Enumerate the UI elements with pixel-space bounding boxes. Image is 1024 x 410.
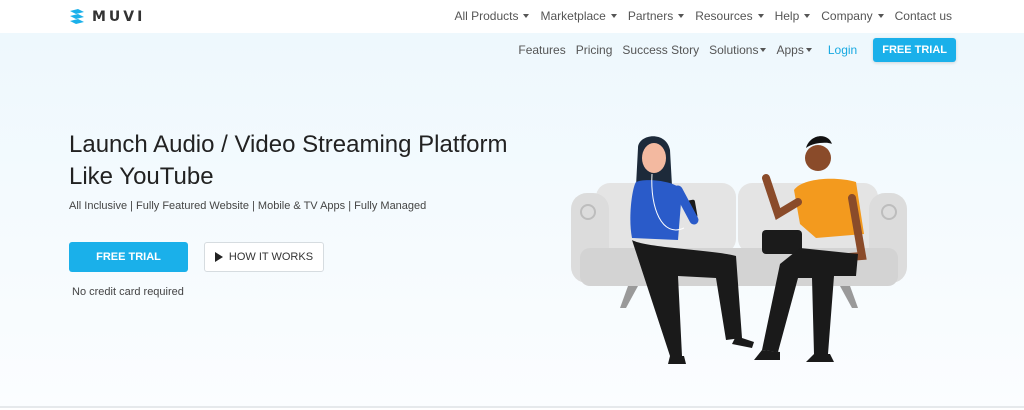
top-header: MUVI All Products Marketplace Partners R… <box>0 0 1024 33</box>
nav-contact-us[interactable]: Contact us <box>895 9 952 23</box>
hero-title-line-2: Like YouTube <box>69 163 214 190</box>
brand-name: MUVI <box>92 9 146 25</box>
free-trial-button[interactable]: FREE TRIAL <box>69 242 188 272</box>
free-trial-header-button[interactable]: FREE TRIAL <box>873 38 956 62</box>
subnav-solutions[interactable]: Solutions <box>709 43 767 57</box>
chevron-down-icon <box>523 14 530 18</box>
muvi-logo-icon <box>70 9 84 24</box>
chevron-down-icon <box>760 48 767 52</box>
subnav-success-story[interactable]: Success Story <box>622 43 699 57</box>
primary-nav: All Products Marketplace Partners Resour… <box>454 9 952 23</box>
brand-logo[interactable]: MUVI <box>68 7 145 27</box>
chevron-down-icon <box>877 14 884 18</box>
hero-title-line-1: Launch Audio / Video Streaming Platform <box>69 131 508 158</box>
how-it-works-label: HOW IT WORKS <box>228 251 314 263</box>
hero-illustration <box>571 136 907 364</box>
chevron-down-icon <box>805 48 812 52</box>
nav-company[interactable]: Company <box>821 9 884 23</box>
nav-marketplace[interactable]: Marketplace <box>540 9 617 23</box>
how-it-works-button[interactable]: HOW IT WORKS <box>204 242 324 272</box>
no-credit-card-note: No credit card required <box>72 286 184 298</box>
hero-title: Launch Audio / Video Streaming Platform … <box>69 129 529 193</box>
nav-partners[interactable]: Partners <box>628 9 685 23</box>
chevron-down-icon <box>757 14 764 18</box>
chevron-down-icon <box>610 14 617 18</box>
hero-subtitle: All Inclusive | Fully Featured Website |… <box>69 200 427 212</box>
nav-help[interactable]: Help <box>775 9 811 23</box>
subnav-features[interactable]: Features <box>518 43 565 57</box>
nav-all-products[interactable]: All Products <box>454 9 530 23</box>
chevron-down-icon <box>804 14 811 18</box>
login-link[interactable]: Login <box>828 43 857 57</box>
play-icon <box>214 252 223 262</box>
subnav-apps[interactable]: Apps <box>776 43 812 57</box>
subnav-pricing[interactable]: Pricing <box>576 43 613 57</box>
nav-resources[interactable]: Resources <box>695 9 764 23</box>
hero-section: Features Pricing Success Story Solutions… <box>0 33 1024 408</box>
secondary-nav: Features Pricing Success Story Solutions… <box>518 38 956 62</box>
chevron-down-icon <box>678 14 685 18</box>
